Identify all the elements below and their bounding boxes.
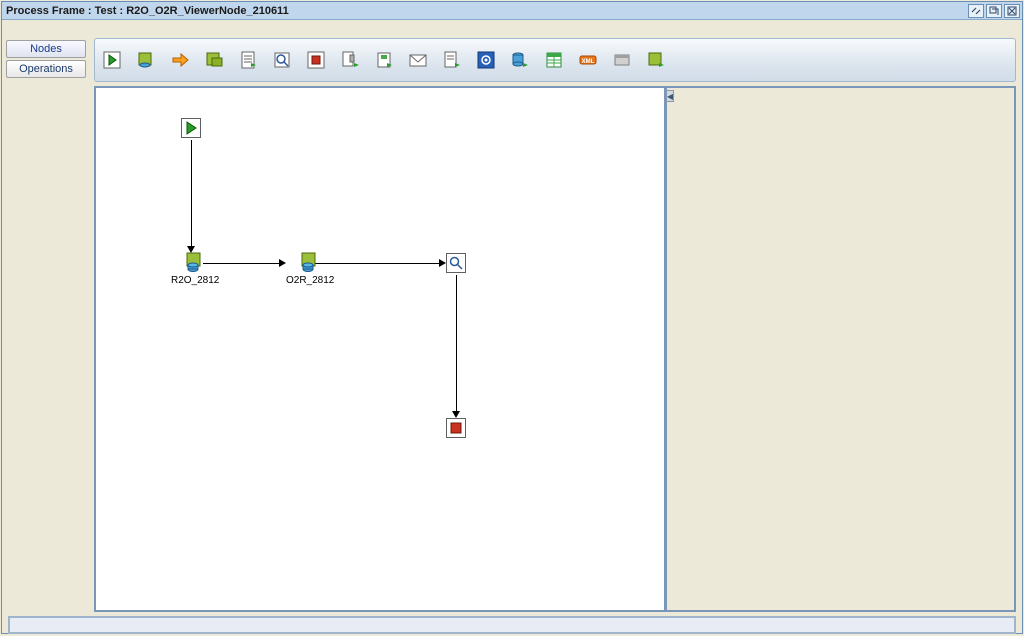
start-node-icon[interactable]	[101, 49, 123, 71]
file-list-icon[interactable]	[237, 49, 259, 71]
node-viewer[interactable]	[446, 253, 466, 273]
node-r2o[interactable]: R2O_2812	[171, 253, 219, 286]
arrowhead-icon	[452, 411, 460, 418]
close-button[interactable]	[1004, 4, 1020, 18]
window-title: Process Frame : Test : R2O_O2R_ViewerNod…	[4, 5, 966, 17]
mail-icon[interactable]	[407, 49, 429, 71]
side-tabs: Nodes Operations	[2, 20, 92, 614]
db-box-icon	[185, 253, 205, 273]
green-db-icon[interactable]	[645, 49, 667, 71]
arrowhead-icon	[439, 259, 446, 267]
viewer-icon[interactable]	[271, 49, 293, 71]
db-box-icon	[300, 253, 320, 273]
node-start[interactable]	[181, 118, 201, 138]
xls-icon[interactable]	[543, 49, 565, 71]
doc-arrow-icon[interactable]	[339, 49, 361, 71]
stop-node-icon[interactable]	[305, 49, 327, 71]
doc-pencil-icon[interactable]	[441, 49, 463, 71]
db-box2-icon[interactable]	[203, 49, 225, 71]
xml-orange-icon[interactable]: XML	[577, 49, 599, 71]
edge-start-r2o	[191, 140, 192, 248]
maximize-button[interactable]	[986, 4, 1002, 18]
edge-viewer-stop	[456, 275, 457, 413]
node-label: O2R_2812	[286, 275, 334, 286]
tab-operations[interactable]: Operations	[6, 60, 86, 78]
viewer-icon	[446, 253, 466, 273]
start-node-icon	[181, 118, 201, 138]
titlebar: Process Frame : Test : R2O_O2R_ViewerNod…	[2, 2, 1022, 20]
gray-box-icon[interactable]	[611, 49, 633, 71]
collapse-handle[interactable]: ◀	[666, 90, 674, 102]
plus-doc-icon[interactable]	[373, 49, 395, 71]
svg-text:XML: XML	[582, 59, 595, 65]
node-o2r[interactable]: O2R_2812	[286, 253, 334, 286]
node-stop[interactable]	[446, 418, 466, 438]
blue-gear-icon[interactable]	[475, 49, 497, 71]
stop-node-icon	[446, 418, 466, 438]
node-label: R2O_2812	[171, 275, 219, 286]
arrow-right-icon[interactable]	[169, 49, 191, 71]
arrowhead-icon	[279, 259, 286, 267]
db-box-icon[interactable]	[135, 49, 157, 71]
minimize-button[interactable]	[968, 4, 984, 18]
process-canvas[interactable]: R2O_2812 O2R_2812	[94, 86, 666, 612]
properties-panel: ◀	[666, 86, 1016, 612]
tab-nodes[interactable]: Nodes	[6, 40, 86, 58]
status-bar	[8, 616, 1016, 634]
toolbar: XML	[94, 38, 1016, 82]
cylinder-arrow-icon[interactable]	[509, 49, 531, 71]
